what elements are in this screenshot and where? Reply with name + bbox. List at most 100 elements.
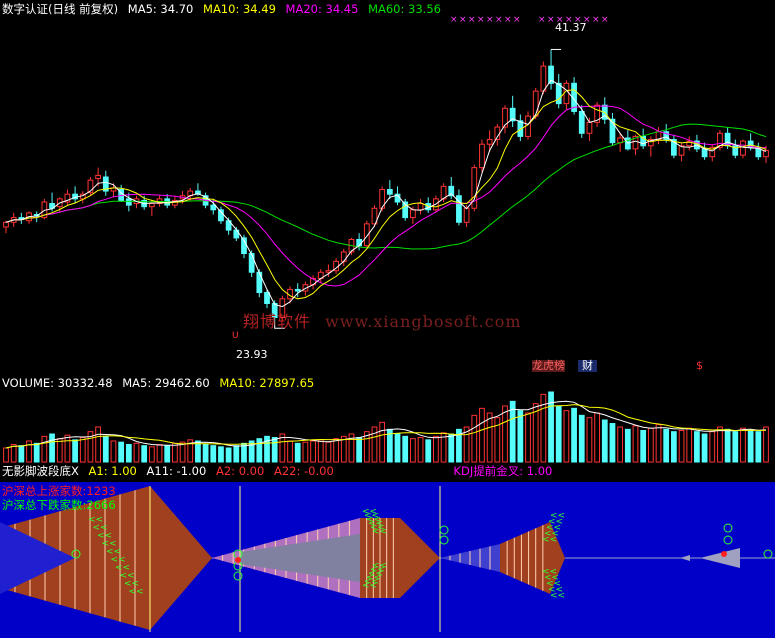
signal-marker: × (538, 15, 546, 25)
volume-bar (647, 427, 654, 463)
volume-bar (448, 433, 455, 463)
candle-body (95, 174, 102, 180)
volume-bar (164, 445, 171, 463)
signal-marker: × (504, 15, 512, 25)
volume-bar (670, 431, 677, 463)
volume-bar (18, 445, 25, 463)
volume-bar (133, 442, 140, 463)
watermark-cn: 翔博软件 (243, 312, 312, 331)
volume-bar (172, 442, 178, 463)
low-marker: U (232, 331, 239, 341)
volume-bar (310, 440, 316, 463)
dollar-tag[interactable]: $ (696, 360, 703, 372)
volume-bar (225, 447, 232, 463)
candle-body (540, 65, 547, 92)
candle-body (356, 238, 363, 247)
watermark-url: www.xiangbosoft.com (325, 312, 522, 331)
volume-bar (694, 431, 700, 463)
volume-bar (72, 439, 78, 463)
volume-bar (617, 426, 624, 463)
volume-bar (218, 446, 224, 463)
ranking-tag[interactable]: 龙虎榜 (532, 360, 565, 372)
volume-value: VOLUME: 30332.48 (2, 376, 113, 390)
signal-chevron: << (372, 527, 387, 537)
signal-chevron: << (372, 561, 387, 571)
volume-bar (141, 445, 148, 463)
volume-bar (379, 421, 386, 463)
candle-body (3, 221, 9, 228)
candle-body (417, 203, 424, 211)
volume-bar (601, 419, 608, 463)
a1-value: A1: 1.00 (88, 464, 137, 478)
volume-bar (632, 425, 639, 463)
up-count-text: 沪深总上涨家数:1233 (2, 484, 116, 498)
ma20-value: MA20: 34.45 (285, 2, 359, 16)
volume-bar (747, 430, 754, 463)
finance-tag[interactable]: 财 (578, 360, 597, 372)
signal-marker: × (513, 15, 521, 25)
candle-body (210, 204, 217, 211)
volume-bar (479, 407, 485, 463)
volume-bar (663, 428, 670, 463)
signal-marker: × (486, 15, 494, 25)
volume-bar (95, 426, 102, 463)
volume-bar (56, 438, 63, 463)
volume-bar (156, 444, 163, 463)
volume-bar (110, 440, 117, 463)
vol-ma10-value: MA10: 27897.65 (219, 376, 315, 390)
a2-value: A2: 0.00 (215, 464, 265, 478)
volume-bar (409, 438, 416, 463)
volume-bar (563, 410, 570, 463)
volume-pane[interactable]: VOLUME: 30332.48 MA5: 29462.60 MA10: 278… (0, 374, 775, 464)
signal-marker: × (450, 15, 458, 25)
signal-marker: × (468, 15, 476, 25)
volume-bar (709, 431, 716, 463)
a11-value: A11: -1.00 (146, 464, 207, 478)
volume-bar (624, 428, 631, 463)
volume-bar (64, 434, 71, 463)
candle-body (125, 198, 132, 206)
volume-bar (724, 428, 731, 463)
volume-bar (655, 424, 662, 463)
candle-body (740, 140, 746, 156)
volume-bar (502, 405, 508, 463)
signal-chevron: << (542, 535, 557, 545)
down-count-text: 沪深总下跌家数:2666 (2, 498, 116, 512)
indicator-chart[interactable]: <<<<<<<<<<<<<<<<<<<<<<<<<<<<<<<<<<<<<<<<… (0, 482, 775, 638)
volume-bar (271, 437, 278, 463)
signal-dot (235, 557, 241, 563)
candle-body (532, 90, 539, 117)
watermark: 翔博软件 www.xiangbosoft.com (243, 308, 522, 332)
indicator-name: 无影脚波段底X (2, 464, 79, 478)
candle-body (563, 82, 570, 105)
volume-bar (3, 447, 9, 463)
volume-bar (732, 431, 739, 463)
candle-body (463, 207, 470, 223)
volume-bar (717, 426, 723, 463)
indicator-pane[interactable]: 无影脚波段底X A1: 1.00 A11: -1.00 A2: 0.00 A22… (0, 464, 775, 638)
volume-bar (356, 437, 363, 463)
candle-body (248, 253, 255, 273)
volume-bar (640, 430, 647, 463)
volume-bar (701, 433, 708, 463)
kdj-value: KDJ提前金叉: 1.00 (453, 464, 553, 478)
signal-dot (721, 551, 727, 557)
candle-body (386, 189, 393, 195)
volume-bar (394, 433, 401, 463)
signal-marker: × (592, 15, 600, 25)
volume-legend: VOLUME: 30332.48 MA5: 29462.60 MA10: 278… (2, 376, 320, 390)
volume-bar (49, 433, 55, 463)
volume-bar (202, 444, 209, 463)
ma10-value: MA10: 34.49 (203, 2, 276, 16)
signal-marker: × (547, 15, 555, 25)
indicator-legend: 无影脚波段底X A1: 1.00 A11: -1.00 A2: 0.00 A22… (2, 464, 558, 478)
volume-bar (317, 439, 324, 463)
volume-bar (763, 426, 769, 463)
volume-bar (287, 440, 293, 463)
volume-bar (594, 412, 600, 463)
volume-bar (517, 410, 524, 463)
volume-bar (294, 442, 301, 463)
price-pane[interactable]: × × × × × × × × × × × × × × × × 数字认证(日线 前复权) MA5: 34.70… (0, 0, 775, 374)
vol-ma5-value: MA5: 29462.60 (122, 376, 210, 390)
volume-bar (233, 445, 240, 463)
